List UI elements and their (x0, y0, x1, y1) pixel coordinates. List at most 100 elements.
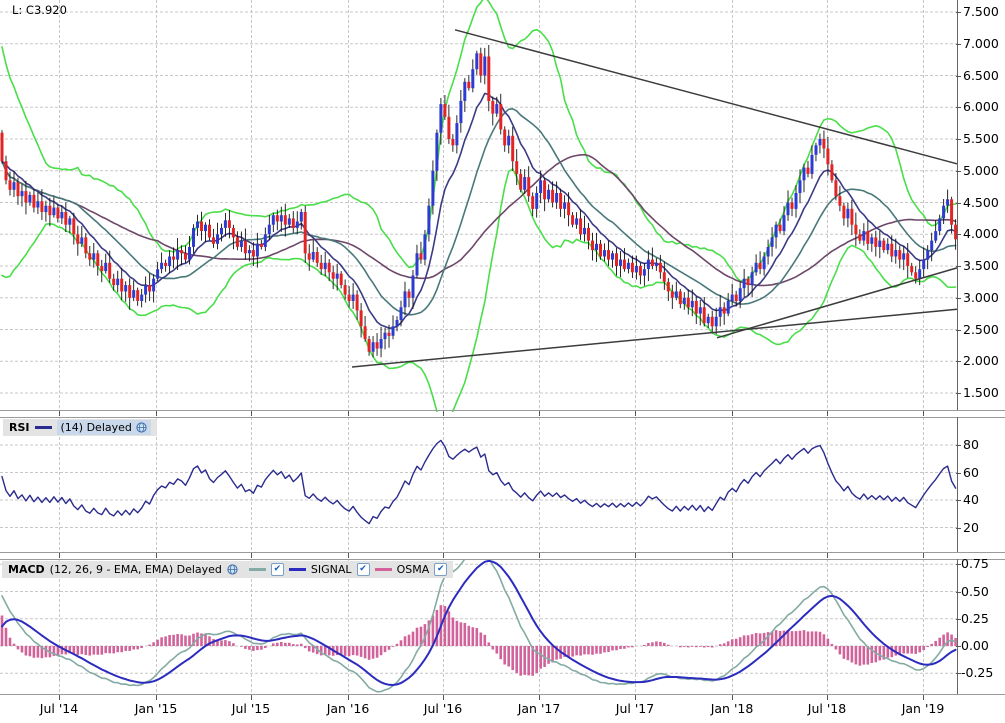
rsi-line (2, 440, 956, 523)
axis-tick (956, 203, 961, 204)
main-y-axis-label: 4.500 (963, 196, 999, 210)
axis-tick (923, 553, 924, 558)
main-y-axis-label: 1.500 (963, 386, 999, 400)
trendline (352, 309, 957, 367)
axis-tick (923, 411, 924, 416)
axis-tick (923, 695, 924, 700)
macd-title: MACD (8, 563, 45, 576)
axis-tick (251, 411, 252, 416)
axis-tick (956, 298, 961, 299)
axis-tick (59, 553, 60, 558)
x-axis-label: Jan '15 (124, 701, 188, 716)
axis-tick (635, 553, 636, 558)
axis-tick (732, 695, 733, 700)
main-price-plot[interactable] (0, 0, 1005, 412)
macd-plot[interactable] (0, 559, 1005, 694)
axis-tick (956, 646, 961, 647)
rsi-panel-top-border (0, 417, 1005, 418)
macd-y-axis-label: 0.50 (961, 585, 989, 599)
rsi-title: RSI (9, 421, 30, 434)
x-axis-label: Jul '14 (27, 701, 91, 716)
axis-tick (539, 411, 540, 416)
axis-tick (956, 528, 961, 529)
axis-tick (956, 171, 961, 172)
last-price-label: L: C3.920 (12, 3, 67, 17)
axis-tick (956, 445, 961, 446)
osma-checkbox[interactable]: ✔ (434, 563, 447, 576)
macd-params-label: (12, 26, 9 - EMA, EMA) Delayed (50, 563, 222, 576)
main-y-axis-label: 6.500 (963, 69, 999, 83)
macd-y-axis-label: -0.25 (961, 666, 993, 680)
axis-tick (732, 411, 733, 416)
delayed-globe-icon[interactable] (227, 564, 238, 575)
axis-tick (956, 361, 961, 362)
axis-tick (251, 553, 252, 558)
main-y-axis-label: 3.000 (963, 291, 999, 305)
axis-tick (956, 107, 961, 108)
macd-y-axis-label: 0.75 (961, 557, 989, 571)
main-y-axis-label: 7.500 (963, 5, 999, 19)
main-y-axis-label: 5.500 (963, 132, 999, 146)
axis-tick (59, 695, 60, 700)
signal-line-swatch (289, 568, 306, 571)
axis-tick (956, 139, 961, 140)
axis-tick (635, 411, 636, 416)
x-axis-label: Jan '16 (316, 701, 380, 716)
delayed-globe-icon[interactable] (136, 422, 147, 433)
rsi-y-axis-label: 80 (963, 438, 979, 452)
axis-tick (635, 695, 636, 700)
main-y-axis-label: 7.000 (963, 37, 999, 51)
rsi-panel-header: RSI (14) Delayed (3, 419, 157, 436)
axis-tick (156, 411, 157, 416)
main-y-axis-label: 6.000 (963, 100, 999, 114)
axis-tick (156, 553, 157, 558)
main-y-axis-label: 4.000 (963, 227, 999, 241)
axis-tick (443, 553, 444, 558)
axis-tick (956, 673, 961, 674)
axis-tick (956, 592, 961, 593)
x-axis-label: Jan '18 (700, 701, 764, 716)
axis-tick (956, 12, 961, 13)
axis-tick (443, 411, 444, 416)
axis-tick (956, 393, 961, 394)
x-axis-label: Jul '16 (411, 701, 475, 716)
axis-tick (539, 553, 540, 558)
rsi-params-label: (14) Delayed (61, 421, 132, 434)
signal-legend-label: SIGNAL (311, 563, 352, 576)
osma-swatch (375, 568, 392, 571)
macd-line-swatch (249, 568, 266, 571)
rsi-line-swatch (35, 426, 52, 429)
axis-tick (251, 695, 252, 700)
axis-tick (827, 411, 828, 416)
macd-panel-bottom-border (0, 694, 1005, 695)
rsi-plot[interactable] (0, 417, 1005, 552)
axis-tick (956, 564, 961, 565)
macd-panel-header: MACD (12, 26, 9 - EMA, EMA) Delayed ✔ SI… (2, 561, 453, 578)
x-axis-label: Jul '17 (603, 701, 667, 716)
axis-tick (956, 619, 961, 620)
signal-line (2, 561, 956, 685)
trendline (455, 30, 957, 164)
axis-tick (956, 266, 961, 267)
rsi-y-axis-label: 40 (963, 493, 979, 507)
axis-tick (956, 473, 961, 474)
rsi-y-axis-label: 20 (963, 521, 979, 535)
axis-tick (59, 411, 60, 416)
macd-y-axis-label: 0.00 (961, 639, 989, 653)
axis-tick (539, 695, 540, 700)
axis-tick (348, 411, 349, 416)
main-y-axis-line (957, 0, 958, 410)
rsi-params-highlight[interactable]: (14) Delayed (57, 420, 151, 435)
rsi-y-axis-label: 60 (963, 466, 979, 480)
main-panel-bottom-border (0, 410, 1005, 411)
signal-checkbox[interactable]: ✔ (357, 563, 370, 576)
macd-y-axis-label: 0.25 (961, 612, 989, 626)
axis-tick (956, 330, 961, 331)
macd-line-checkbox[interactable]: ✔ (271, 563, 284, 576)
axis-tick (348, 695, 349, 700)
x-axis-label: Jan '19 (891, 701, 955, 716)
rsi-y-axis-line (957, 417, 958, 552)
axis-tick (348, 553, 349, 558)
axis-tick (156, 695, 157, 700)
main-y-axis-label: 2.000 (963, 354, 999, 368)
